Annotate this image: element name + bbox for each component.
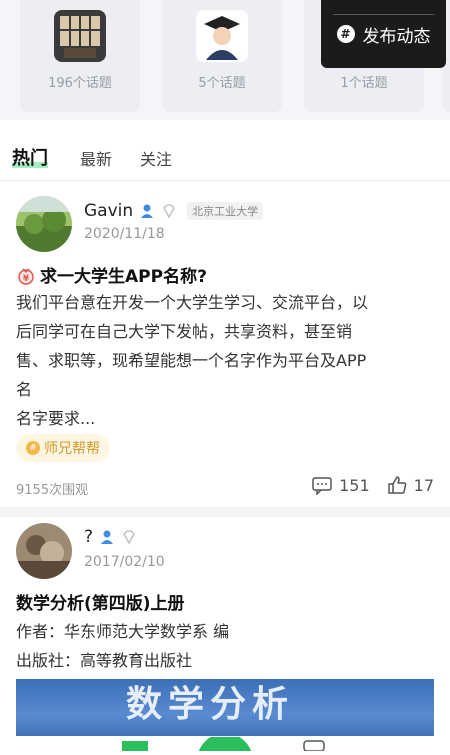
diamond-icon	[163, 204, 175, 219]
post-title[interactable]: 数学分析(第四版)上册	[16, 589, 185, 614]
topic-thumbnail	[54, 10, 106, 62]
avatar[interactable]	[16, 196, 72, 252]
nav-bar-icons	[122, 733, 325, 755]
post-title: 求一大学生APP名称?	[40, 267, 207, 287]
publish-label: 发布动态	[362, 26, 431, 47]
user-badge-icon	[141, 204, 154, 218]
post-stats: 151 17	[311, 475, 434, 495]
svg-text:¥: ¥	[23, 274, 30, 284]
hashtag-icon: #	[336, 25, 355, 43]
school-badge: 北京工业大学	[187, 202, 264, 220]
post-date: 2020/11/18	[84, 226, 165, 242]
post-body-line: 作者：华东师范大学数学系 编	[16, 622, 230, 641]
post-body-line: 名字要求...	[16, 409, 96, 428]
divider	[333, 14, 434, 15]
post-body-line: 出版社：高等教育出版社	[16, 651, 193, 670]
comment-icon[interactable]	[311, 475, 333, 495]
post-date: 2017/02/10	[84, 554, 165, 570]
post-body-line: 名	[16, 380, 33, 399]
topic-tag[interactable]: # 师兄帮帮	[16, 434, 110, 462]
like-icon[interactable]	[386, 475, 408, 495]
graduate-icon	[196, 10, 248, 62]
hashtag-icon: #	[26, 441, 40, 455]
post-body-line: 售、求职等，现希望能想一个名字作为平台及APP	[16, 351, 367, 370]
topic-count: 5个话题	[198, 76, 246, 91]
topic-card-2[interactable]: 5个话题	[162, 0, 282, 112]
avatar[interactable]	[16, 523, 72, 579]
post-body[interactable]: 作者：华东师范大学数学系 编 出版社：高等教育出版社	[16, 617, 434, 675]
topic-count: 196个话题	[48, 76, 112, 91]
view-count: 9155次围观	[16, 483, 89, 498]
post-body[interactable]: 我们平台意在开发一个大学生学习、交流平台，以 后同学可在自己大学下发帖，共享资料…	[16, 288, 434, 433]
post-body-line: 我们平台意在开发一个大学生学习、交流平台，以	[16, 293, 369, 312]
user-row: Gavin 北京工业大学	[84, 201, 264, 221]
username[interactable]: ?	[84, 527, 93, 547]
tab-latest[interactable]: 最新	[80, 146, 112, 170]
user-row: ?	[84, 527, 137, 547]
feed-tabs: 热门 最新 关注	[0, 140, 450, 181]
topic-count: 1个话题	[340, 76, 388, 91]
money-bag-icon: ¥	[18, 267, 34, 285]
diamond-icon	[123, 530, 135, 545]
divider	[0, 507, 450, 517]
tab-follow[interactable]: 关注	[140, 146, 172, 170]
topic-card-1[interactable]: 196个话题	[20, 0, 140, 112]
topic-cards: 196个话题 5个话题 1个话题 # 发布动态	[0, 0, 450, 120]
post-body-line: 后同学可在自己大学下发帖，共享资料，甚至销	[16, 322, 353, 341]
user-badge-icon	[101, 530, 114, 544]
cover-title: 数学分析	[126, 684, 295, 725]
post-title-row[interactable]: ¥ 求一大学生APP名称?	[16, 262, 207, 287]
tab-hot[interactable]: 热门	[12, 144, 48, 170]
bottom-nav	[0, 733, 450, 755]
tag-label: 师兄帮帮	[44, 441, 100, 457]
like-count: 17	[413, 475, 434, 495]
post-card[interactable]: Gavin 北京工业大学 2020/11/18 ¥ 求一大学生APP名称? 我们…	[0, 182, 450, 507]
username[interactable]: Gavin	[84, 201, 133, 221]
publish-button[interactable]: # 发布动态	[321, 0, 446, 68]
post-card[interactable]: ? 2017/02/10 数学分析(第四版)上册 作者：华东师范大学数学系 编 …	[0, 517, 450, 750]
comment-count: 151	[339, 475, 370, 495]
